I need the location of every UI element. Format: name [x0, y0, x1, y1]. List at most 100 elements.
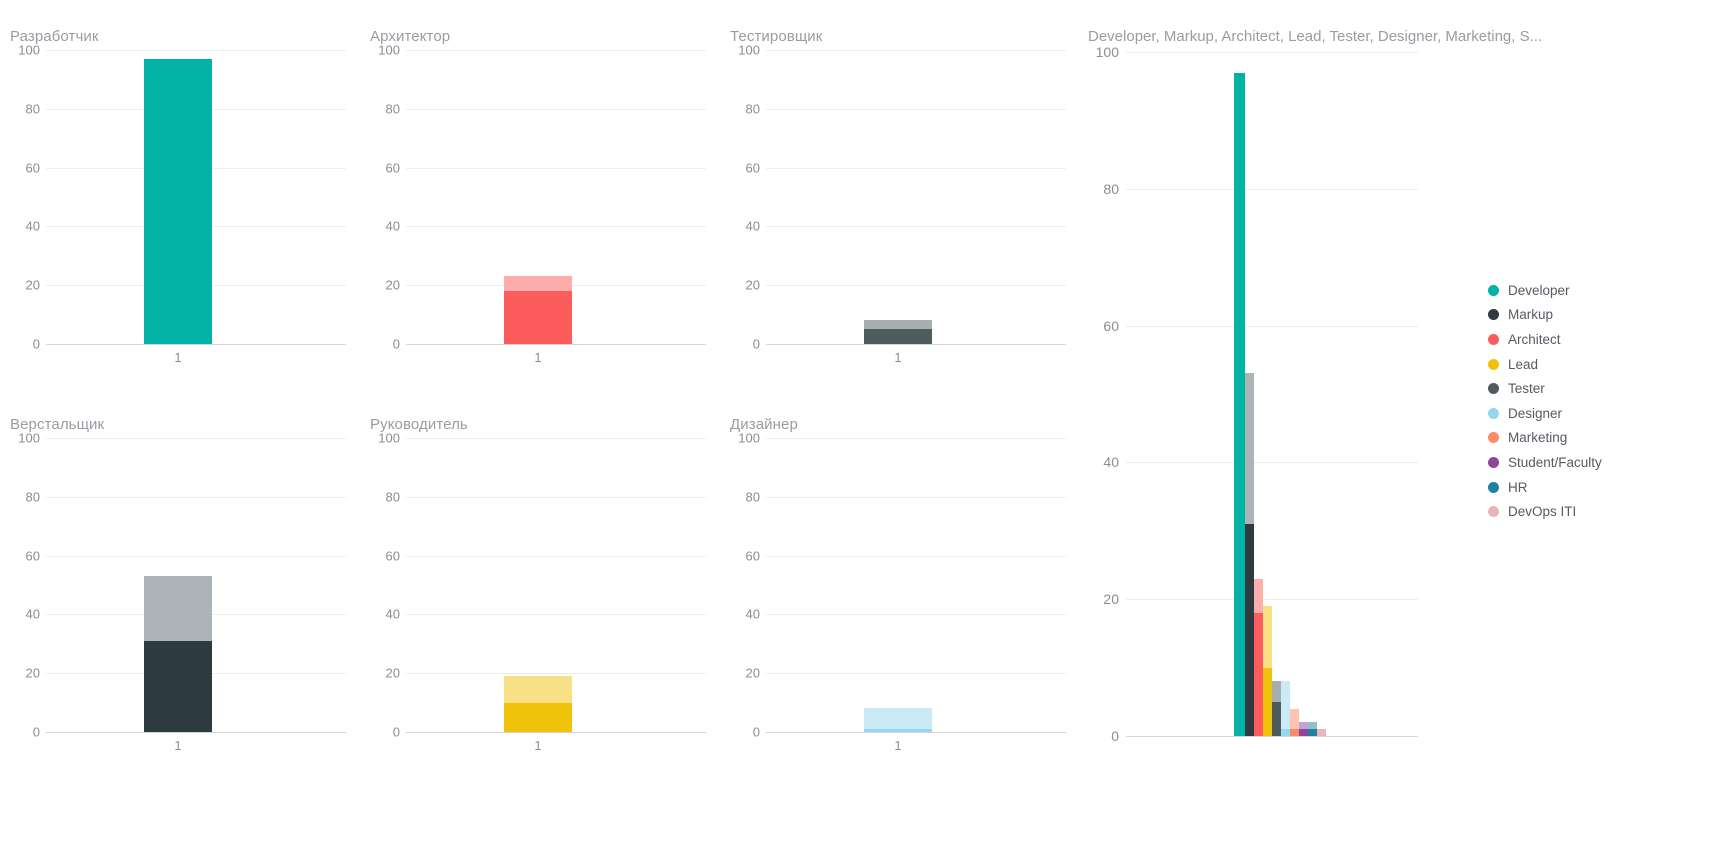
y-axis-tick-label: 60 [25, 548, 40, 564]
legend-swatch-icon [1488, 456, 1499, 468]
legend-item[interactable]: Tester [1488, 376, 1703, 401]
legend-swatch-icon [1488, 506, 1499, 518]
legend-label: Designer [1508, 405, 1563, 421]
bar-segment-dark[interactable] [864, 729, 932, 732]
chart-panel: Архитектор 100 80 60 40 20 0 1 [360, 28, 720, 416]
bar-segment-dark[interactable] [504, 291, 572, 344]
combined-plot-area: 100 80 60 40 20 0 [1088, 44, 1418, 744]
legend-item[interactable]: Lead [1488, 352, 1703, 377]
legend-swatch-icon [1488, 333, 1499, 345]
plot-area: 100 80 60 40 20 0 1 [730, 431, 1066, 753]
y-axis: 100 80 60 40 20 0 [730, 43, 764, 352]
x-axis-tick-label: 1 [894, 350, 902, 365]
y-axis-tick-label: 100 [18, 430, 40, 446]
legend-swatch-icon [1488, 383, 1499, 395]
y-axis-tick-label: 20 [25, 277, 40, 293]
bar-segment-dark[interactable] [504, 702, 572, 732]
y-axis-tick-label: 80 [385, 101, 400, 117]
bar-group [766, 50, 1066, 344]
y-axis-tick-label: 60 [745, 160, 760, 176]
bar-segment-dark[interactable] [864, 329, 932, 344]
y-axis: 100 80 60 40 20 0 [10, 431, 44, 740]
legend-label: Markup [1508, 307, 1554, 323]
x-axis-tick-label: 1 [174, 738, 182, 753]
axis-baseline [766, 732, 1066, 733]
y-axis-tick-label: 40 [385, 218, 400, 234]
plot-area: 100 80 60 40 20 0 1 [370, 431, 706, 753]
legend-item[interactable]: HR [1488, 475, 1703, 500]
legend-item[interactable]: DevOps ITI [1488, 499, 1703, 524]
y-axis-tick-label: 60 [745, 548, 760, 564]
y-axis-tick-label: 40 [25, 218, 40, 234]
stacked-bar[interactable] [144, 438, 212, 732]
small-multiples-grid: Разработчик 100 80 60 40 20 0 1 Архитектор 100 80 6… [0, 0, 1080, 842]
y-axis-tick-label: 80 [25, 101, 40, 117]
y-axis-tick-label: 80 [25, 489, 40, 505]
y-axis-tick-label: 100 [18, 42, 40, 58]
combined-y-axis-tick-label: 20 [1103, 591, 1119, 608]
y-axis-tick-label: 80 [745, 101, 760, 117]
axis-baseline [46, 344, 346, 345]
y-axis-tick-label: 40 [745, 218, 760, 234]
legend-swatch-icon [1488, 284, 1499, 296]
y-axis-tick-label: 20 [25, 665, 40, 681]
combined-stacked-bar[interactable] [1234, 52, 1245, 736]
legend-label: Lead [1508, 356, 1539, 372]
stacked-bar[interactable] [864, 50, 932, 344]
bar-group [46, 50, 346, 344]
y-axis-tick-label: 0 [392, 724, 400, 740]
y-axis-tick-label: 20 [385, 665, 400, 681]
legend-item[interactable]: Developer [1488, 278, 1703, 303]
y-axis-tick-label: 100 [738, 430, 760, 446]
legend-label: Student/Faculty [1508, 454, 1602, 470]
legend-label: Tester [1508, 381, 1545, 397]
legend-swatch-icon [1488, 481, 1499, 493]
stacked-bar[interactable] [504, 438, 572, 732]
y-axis-tick-label: 0 [32, 724, 40, 740]
legend-item[interactable]: Designer [1488, 401, 1703, 426]
chart-legend: Developer Markup Architect Lead Tester Design… [1488, 278, 1703, 524]
legend-item[interactable]: Markup [1488, 303, 1703, 328]
combined-y-axis-tick-label: 40 [1103, 454, 1119, 471]
x-axis-tick-label: 1 [534, 738, 542, 753]
legend-swatch-icon [1488, 407, 1499, 419]
plot-area: 100 80 60 40 20 0 1 [10, 43, 346, 365]
y-axis-tick-label: 40 [25, 606, 40, 622]
chart-panel: Дизайнер 100 80 60 40 20 0 1 [720, 416, 1080, 804]
legend-item[interactable]: Architect [1488, 327, 1703, 352]
combined-y-axis-tick-label: 100 [1095, 44, 1119, 60]
combined-chart-title: Developer, Markup, Architect, Lead, Test… [1088, 28, 1543, 45]
axis-baseline [406, 344, 706, 345]
axis-baseline [46, 732, 346, 733]
axis-baseline [406, 732, 706, 733]
stacked-bar[interactable] [144, 50, 212, 344]
y-axis: 100 80 60 40 20 0 [370, 43, 404, 352]
legend-item[interactable]: Student/Faculty [1488, 450, 1703, 475]
legend-label: DevOps ITI [1508, 504, 1577, 520]
bar-segment-dark[interactable] [144, 640, 212, 732]
y-axis-tick-label: 40 [385, 606, 400, 622]
bar-segment-dark[interactable] [144, 58, 212, 344]
chart-panel: Разработчик 100 80 60 40 20 0 1 [0, 28, 360, 416]
legend-label: Architect [1508, 331, 1561, 347]
chart-panel: Тестировщик 100 80 60 40 20 0 1 [720, 28, 1080, 416]
combined-chart-panel: Developer, Markup, Architect, Lead, Test… [1080, 28, 1709, 818]
x-axis-tick-label: 1 [894, 738, 902, 753]
legend-swatch-icon [1488, 432, 1499, 444]
axis-baseline [766, 344, 1066, 345]
x-axis-tick-label: 1 [174, 350, 182, 365]
legend-swatch-icon [1488, 309, 1499, 321]
stacked-bar[interactable] [864, 438, 932, 732]
y-axis-tick-label: 20 [745, 277, 760, 293]
bar-group [406, 438, 706, 732]
y-axis-tick-label: 0 [752, 724, 760, 740]
y-axis-tick-label: 100 [738, 42, 760, 58]
stacked-bar[interactable] [504, 50, 572, 344]
bar-group [406, 50, 706, 344]
y-axis-tick-label: 80 [745, 489, 760, 505]
y-axis-tick-label: 0 [32, 336, 40, 352]
legend-item[interactable]: Marketing [1488, 426, 1703, 451]
combined-y-axis: 100 80 60 40 20 0 [1088, 44, 1124, 744]
y-axis: 100 80 60 40 20 0 [10, 43, 44, 352]
combined-bar-segment-dark[interactable] [1234, 72, 1245, 736]
